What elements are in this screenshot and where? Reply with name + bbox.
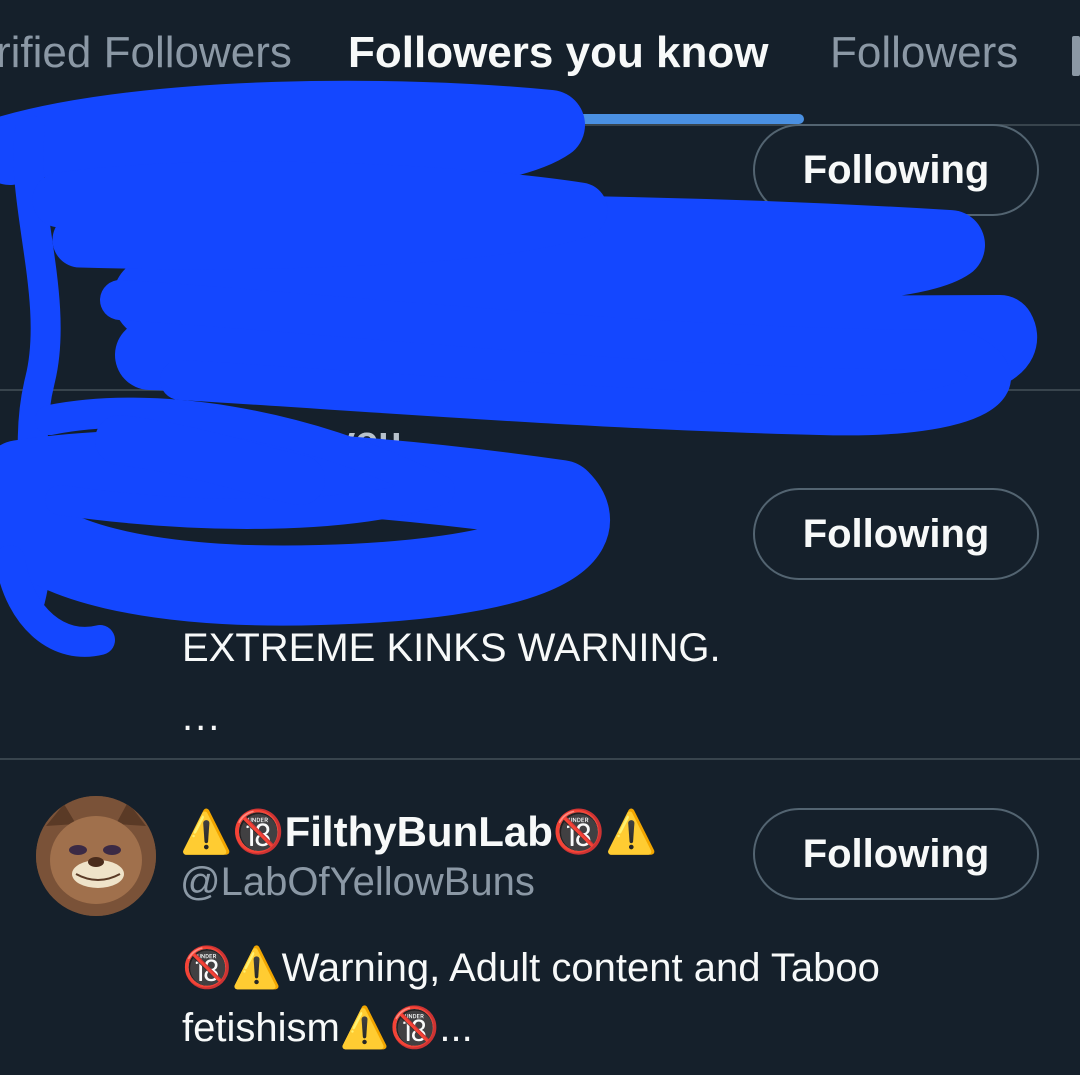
redaction-scribble xyxy=(0,80,1037,657)
